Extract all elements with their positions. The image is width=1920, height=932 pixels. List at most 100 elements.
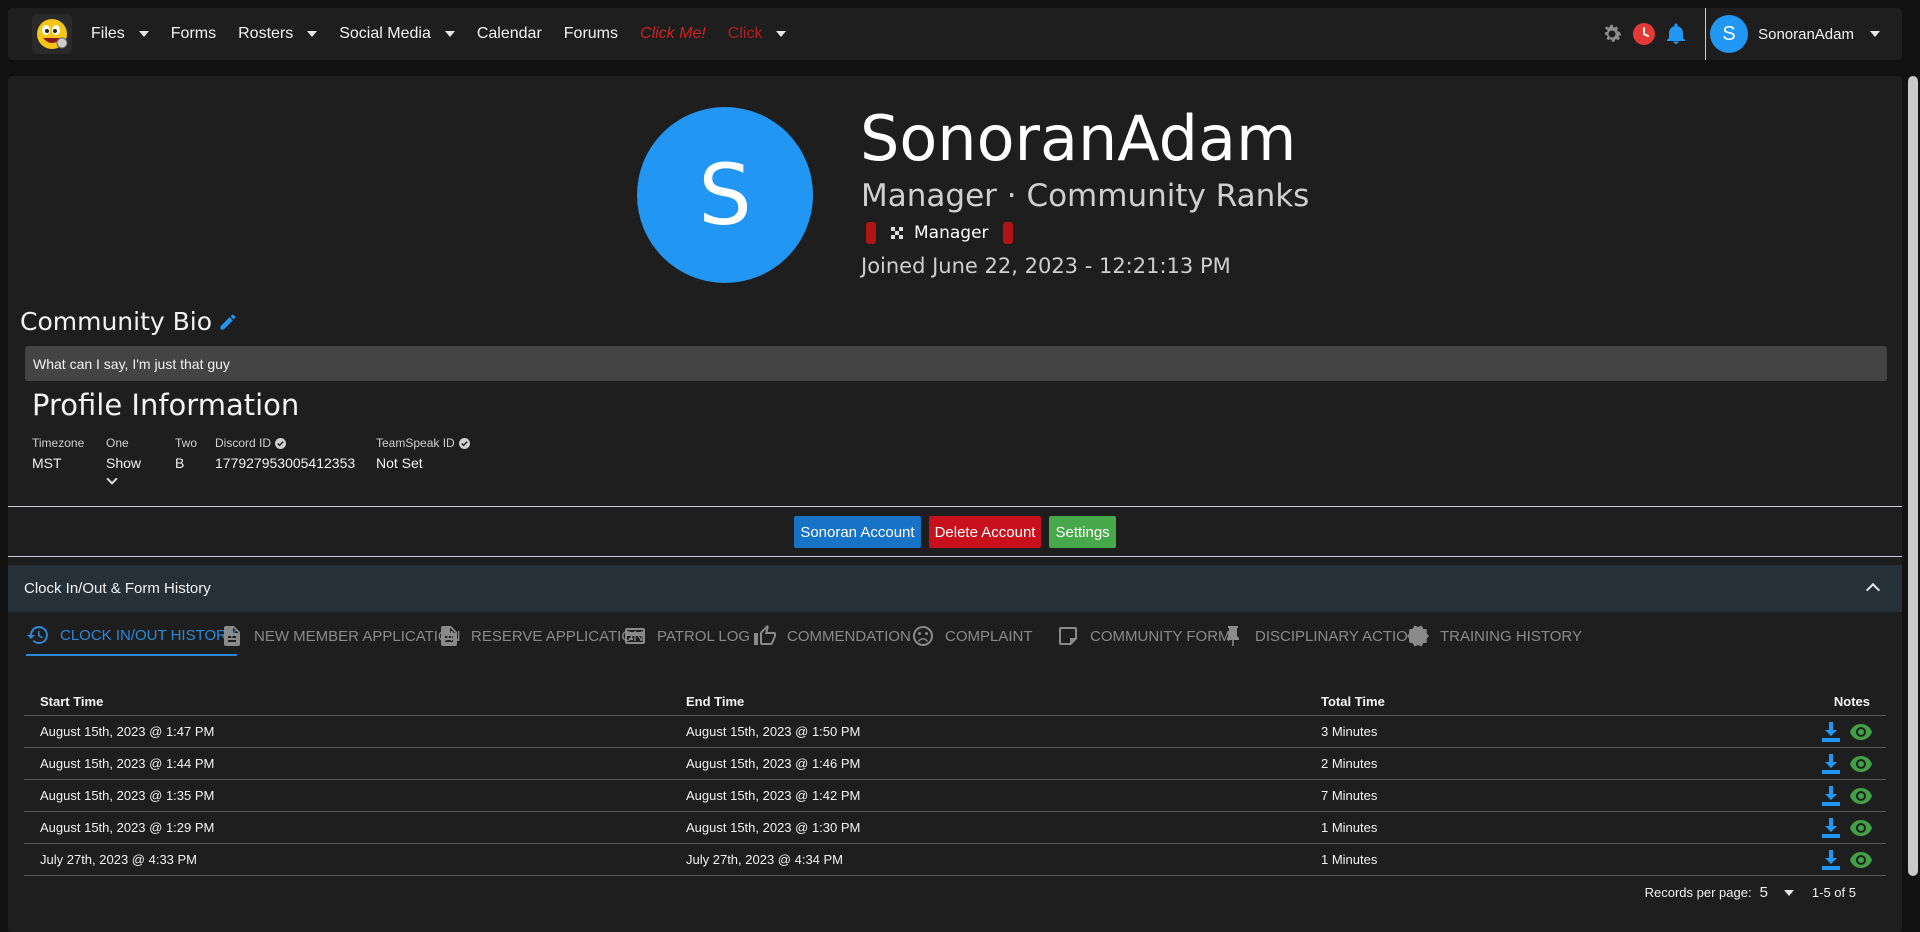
field-timezone: Timezone MST — [32, 436, 84, 471]
bio-text: What can I say, I'm just that guy — [25, 346, 1887, 381]
sonoran-account-button[interactable]: Sonoran Account — [794, 516, 921, 548]
col-start-time[interactable]: Start Time — [40, 687, 103, 715]
tab-label: PATROL LOG — [657, 627, 751, 645]
notes-cell — [1820, 780, 1872, 811]
nav-item-label: Files — [91, 25, 125, 42]
download-icon[interactable] — [1820, 753, 1842, 775]
tab-label: RESERVE APPLICATION — [471, 627, 644, 645]
nav-item-label: Forms — [170, 25, 217, 42]
page-range: 1-5 of 5 — [1811, 885, 1856, 900]
edit-pencil-icon[interactable] — [218, 312, 238, 332]
top-navbar: Files Forms Rosters Social Media Calendar For… — [8, 8, 1902, 60]
end-time-cell: August 15th, 2023 @ 1:50 PM — [686, 724, 861, 739]
nav-item-click[interactable]: Click — [717, 8, 798, 60]
eye-icon[interactable] — [1850, 753, 1872, 775]
tab-label: CLOCK IN/OUT HISTORY — [60, 626, 237, 644]
profile-avatar: S — [637, 107, 813, 283]
settings-button[interactable]: Settings — [1049, 516, 1116, 548]
badge-body: Manager — [876, 222, 1003, 244]
nav-item-files[interactable]: Files — [80, 8, 160, 60]
verified-check-icon — [275, 437, 287, 449]
tab-disciplinary-action[interactable]: DISCIPLINARY ACTION — [1221, 616, 1419, 656]
history-tabs: CLOCK IN/OUT HISTORY NEW MEMBER APPLICATI… — [8, 616, 1902, 666]
field-one: One Show — [106, 436, 141, 485]
history-panel-header[interactable]: Clock In/Out & Form History — [8, 565, 1902, 612]
history-icon — [27, 626, 48, 644]
chevron-down-icon — [307, 31, 318, 37]
tab-new-member-application[interactable]: NEW MEMBER APPLICATION — [220, 616, 460, 656]
download-icon[interactable] — [1820, 785, 1842, 807]
user-menu-caret-icon[interactable] — [1870, 31, 1880, 37]
chevron-down-icon[interactable] — [1783, 889, 1794, 896]
start-time-cell: August 15th, 2023 @ 1:29 PM — [40, 820, 215, 835]
total-time-cell: 3 Minutes — [1321, 724, 1378, 739]
nav-item-label: Social Media — [339, 25, 431, 42]
download-icon[interactable] — [1820, 849, 1842, 871]
eye-icon[interactable] — [1850, 817, 1872, 839]
tab-commendation[interactable]: COMMENDATION — [753, 616, 911, 656]
document-icon — [441, 626, 457, 646]
tab-training-history[interactable]: TRAINING HISTORY — [1406, 616, 1582, 656]
tab-complaint[interactable]: COMPLAINT — [911, 616, 1033, 656]
gear-icon[interactable] — [1599, 21, 1625, 47]
thumbs-up-icon — [754, 625, 776, 645]
badge-icon — [1407, 625, 1429, 647]
page-scrollbar[interactable] — [1908, 76, 1918, 876]
tab-community-form[interactable]: COMMUNITY FORM — [1056, 616, 1231, 656]
records-per-page-label: Records per page: — [1644, 885, 1752, 900]
chevron-down-icon — [776, 31, 787, 37]
table-row: August 15th, 2023 @ 1:29 PM August 15th, … — [24, 812, 1886, 844]
nav-item-click-me[interactable]: Click Me! — [629, 8, 717, 60]
download-icon[interactable] — [1820, 721, 1842, 743]
download-icon[interactable] — [1820, 817, 1842, 839]
eye-icon[interactable] — [1850, 849, 1872, 871]
nav-item-social-media[interactable]: Social Media — [328, 8, 466, 60]
bell-icon[interactable] — [1663, 21, 1689, 47]
col-end-time[interactable]: End Time — [686, 687, 744, 715]
table-row: July 27th, 2023 @ 4:33 PM July 27th, 2023… — [24, 844, 1886, 876]
tab-reserve-application[interactable]: RESERVE APPLICATION — [437, 616, 644, 656]
total-time-cell: 1 Minutes — [1321, 852, 1378, 867]
clock-icon[interactable] — [1631, 21, 1657, 47]
chevron-up-icon[interactable] — [1865, 582, 1881, 598]
history-table: Start Time End Time Total Time Notes Aug… — [24, 687, 1886, 876]
pin-icon — [1227, 626, 1239, 646]
chevron-down-icon[interactable] — [106, 473, 118, 485]
chevron-down-icon — [444, 31, 455, 37]
delete-account-button[interactable]: Delete Account — [928, 516, 1042, 548]
user-name[interactable]: SonoranAdam — [1758, 26, 1854, 43]
note-icon — [1059, 627, 1077, 645]
records-per-page-select[interactable]: 5 — [1760, 884, 1794, 901]
field-value: 177927953005412353 — [215, 455, 356, 471]
nav-item-rosters[interactable]: Rosters — [227, 8, 328, 60]
field-two: Two B — [175, 436, 197, 471]
bio-title: Community Bio — [20, 307, 213, 336]
tab-label: COMMENDATION — [787, 627, 911, 645]
eye-icon[interactable] — [1850, 721, 1872, 743]
table-header-row: Start Time End Time Total Time Notes — [24, 687, 1886, 716]
document-icon — [224, 626, 240, 646]
nav-item-calendar[interactable]: Calendar — [466, 8, 553, 60]
field-label: One — [106, 436, 129, 450]
nav-item-label: Click — [727, 25, 763, 42]
eye-icon[interactable] — [1850, 785, 1872, 807]
nav-item-label: Rosters — [238, 25, 294, 42]
sad-face-icon — [913, 626, 933, 646]
divider-top — [8, 506, 1902, 507]
show-toggle[interactable]: Show — [106, 455, 141, 471]
col-total-time[interactable]: Total Time — [1321, 687, 1385, 715]
notes-cell — [1820, 748, 1872, 779]
nav-item-label: Calendar — [476, 25, 542, 42]
pagination: Records per page: 5 1-5 of 5 — [1645, 884, 1856, 901]
tab-label: TRAINING HISTORY — [1440, 627, 1582, 645]
notes-cell — [1820, 812, 1872, 843]
nav-item-forms[interactable]: Forms — [160, 8, 227, 60]
end-time-cell: August 15th, 2023 @ 1:42 PM — [686, 788, 861, 803]
badge-left-edge — [866, 222, 876, 244]
tab-clock-history[interactable]: CLOCK IN/OUT HISTORY — [26, 616, 237, 656]
user-avatar[interactable]: S — [1710, 15, 1749, 53]
chevron-down-icon — [138, 31, 149, 37]
nav-item-forums[interactable]: Forums — [553, 8, 629, 60]
tab-patrol-log[interactable]: PATROL LOG — [623, 616, 750, 656]
community-logo[interactable] — [32, 14, 72, 54]
